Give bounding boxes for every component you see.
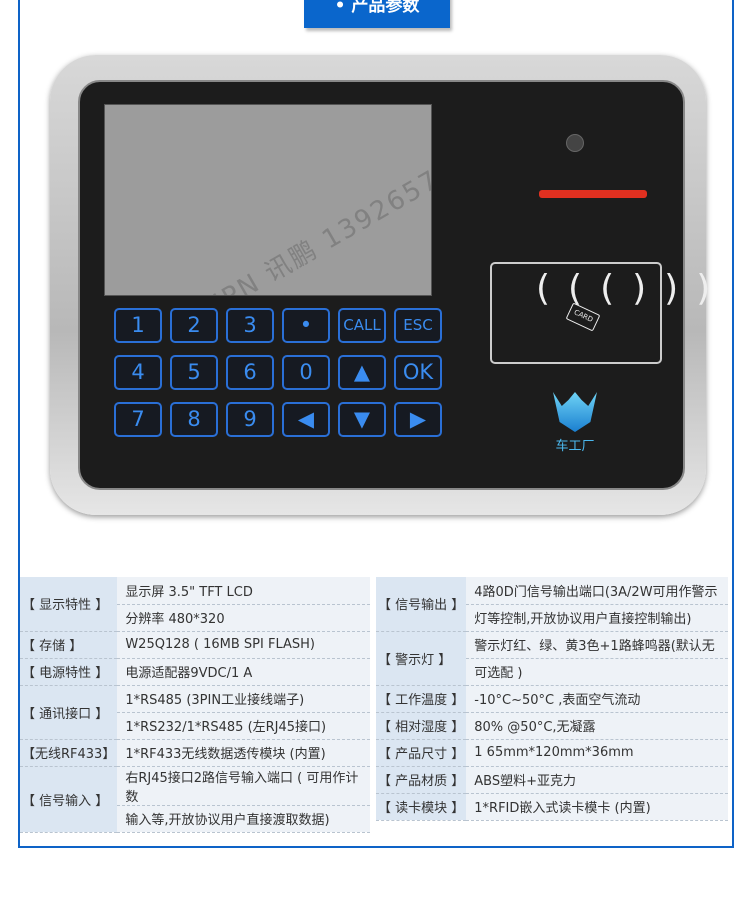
logo-icon xyxy=(553,392,597,432)
keypad-key[interactable]: 0 xyxy=(282,355,330,390)
spec-value: W25Q128 ( 16MB SPI FLASH) xyxy=(117,631,370,659)
spec-label: 【 工作温度 】 xyxy=(376,685,467,713)
logo-text: 车工厂 xyxy=(555,439,595,454)
spec-row: 【 相对湿度 】 80% @50°C,无凝露 xyxy=(376,712,728,740)
spec-row: 【 存储 】 W25Q128 ( 16MB SPI FLASH) xyxy=(20,631,370,659)
keypad-key[interactable]: ▲ xyxy=(338,355,386,390)
keypad-key[interactable]: 4 xyxy=(114,355,162,390)
spec-label: 【 读卡模块 】 xyxy=(376,793,467,821)
spec-value: 右RJ45接口2路信号输入端口 ( 可用作计数 xyxy=(117,766,370,806)
keypad-key[interactable]: ▼ xyxy=(338,402,386,437)
spec-label: 【 信号输入 】 xyxy=(20,766,118,833)
lcd-screen: SUNPN 讯鹏 13926575583 xyxy=(104,104,432,296)
keypad-key[interactable]: ▶ xyxy=(394,402,442,437)
spec-label: 【无线RF433】 xyxy=(20,739,118,767)
spec-value: 电源适配器9VDC/1 A xyxy=(117,658,370,686)
spec-row: 【 通讯接口 】 1*RS485 (3PIN工业接线端子) xyxy=(20,685,370,740)
keypad-key[interactable]: 9 xyxy=(226,402,274,437)
spec-label: 【 信号输出 】 xyxy=(376,577,467,632)
camera-icon xyxy=(566,134,584,152)
indicator-light xyxy=(539,190,647,198)
keypad-key[interactable]: 5 xyxy=(170,355,218,390)
spec-label: 【 电源特性 】 xyxy=(20,658,118,686)
spec-table-right: 【 信号输出 】 4路0D门信号输出端口(3A/2W可用作警示 灯等控制,开放协议用… xyxy=(376,577,728,821)
spec-row: 【 产品尺寸 】 1 65mm*120mm*36mm xyxy=(376,739,728,767)
spec-value: 1*RS232/1*RS485 (左RJ45接口) xyxy=(117,712,370,740)
spec-value: 1 65mm*120mm*36mm xyxy=(466,739,728,767)
keypad-key[interactable]: • xyxy=(282,308,330,343)
spec-value: 可选配 ) xyxy=(466,658,728,686)
spec-row: 【 电源特性 】电源适配器9VDC/1 A xyxy=(20,658,370,686)
spec-value: 4路0D门信号输出端口(3A/2W可用作警示 xyxy=(466,577,728,605)
spec-table-left: 【 显示特性 】显示屏 3.5" TFT LCD 分辨率 480*320 【 存储 … xyxy=(20,577,370,833)
spec-row: 【无线RF433】 1*RF433无线数据透传模块 (内置) xyxy=(20,739,370,767)
spec-value: 警示灯红、绿、黄3色+1路蜂鸣器(默认无 xyxy=(466,631,728,659)
spec-value: 80% @50°C,无凝露 xyxy=(466,712,728,740)
section-title: • 产品参数 xyxy=(304,0,450,28)
keypad-key[interactable]: OK xyxy=(394,355,442,390)
spec-value: -10°C~50°C ,表面空气流动 xyxy=(466,685,728,713)
spec-row: 【 工作温度 】 -10°C~50°C ,表面空气流动 xyxy=(376,685,728,713)
spec-value: 分辨率 480*320 xyxy=(117,604,370,632)
keypad-key[interactable]: 8 xyxy=(170,402,218,437)
device-photo: SUNPN 讯鹏 13926575583 123•CALLESC 4560▲OK 7… xyxy=(50,55,710,515)
watermark: SUNPN 讯鹏 13926575583 xyxy=(164,127,432,295)
spec-value: 1*RFID嵌入式读卡模卡 (内置) xyxy=(466,793,728,821)
spec-row: 【 显示特性 】显示屏 3.5" TFT LCD xyxy=(20,577,370,632)
spec-row: 【 信号输入 】右RJ45接口2路信号输入端口 ( 可用作计数 xyxy=(20,766,370,833)
keypad-key[interactable]: 7 xyxy=(114,402,162,437)
spec-value: 显示屏 3.5" TFT LCD xyxy=(117,577,370,605)
spec-label: 【 存储 】 xyxy=(20,631,118,659)
brand-logo: 车工厂 xyxy=(550,392,600,454)
keypad-key[interactable]: ◀ xyxy=(282,402,330,437)
spec-label: 【 相对湿度 】 xyxy=(376,712,467,740)
spec-label: 【 警示灯 】 xyxy=(376,631,467,686)
spec-row: 【 产品材质 】 ABS塑料+亚克力 xyxy=(376,766,728,794)
card-reader-area: ((())) CARD xyxy=(490,262,710,364)
rfid-waves-icon: ((())) xyxy=(536,268,729,309)
spec-label: 【 产品材质 】 xyxy=(376,766,467,794)
keypad-key[interactable]: 3 xyxy=(226,308,274,343)
spec-value: 1*RF433无线数据透传模块 (内置) xyxy=(117,739,370,767)
spec-label: 【 显示特性 】 xyxy=(20,577,118,632)
spec-row: 【 信号输出 】 4路0D门信号输出端口(3A/2W可用作警示 xyxy=(376,577,728,632)
spec-label: 【 通讯接口 】 xyxy=(20,685,118,740)
spec-row: 【 读卡模块 】 1*RFID嵌入式读卡模卡 (内置) xyxy=(376,793,728,821)
device-panel: SUNPN 讯鹏 13926575583 123•CALLESC 4560▲OK 7… xyxy=(78,80,710,490)
spec-value: ABS塑料+亚克力 xyxy=(466,766,728,794)
keypad-key[interactable]: 1 xyxy=(114,308,162,343)
keypad-key[interactable]: 6 xyxy=(226,355,274,390)
spec-value: 输入等,开放协议用户直接渡取数据) xyxy=(117,805,370,833)
spec-value: 灯等控制,开放协议用户直接控制输出) xyxy=(466,604,728,632)
spec-value: 1*RS485 (3PIN工业接线端子) xyxy=(117,685,370,713)
keypad-key[interactable]: ESC xyxy=(394,308,442,343)
keypad-key[interactable]: 2 xyxy=(170,308,218,343)
spec-row: 【 警示灯 】警示灯红、绿、黄3色+1路蜂鸣器(默认无 xyxy=(376,631,728,686)
keypad-key[interactable]: CALL xyxy=(338,308,386,343)
spec-label: 【 产品尺寸 】 xyxy=(376,739,467,767)
